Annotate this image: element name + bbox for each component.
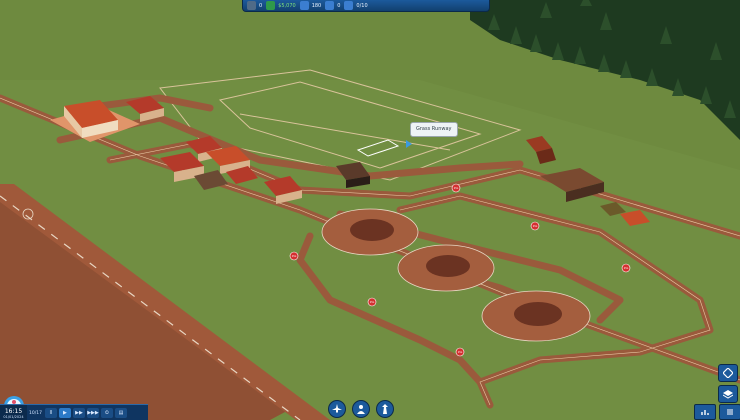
tower-icon [382,404,388,414]
alerts-value: 0 [337,2,341,9]
level-icon [247,1,256,10]
overlay-button[interactable] [718,364,738,382]
money-icon [266,1,276,10]
flights-icon [344,1,354,10]
reputation-value: 180 [311,2,322,9]
aircraft-stand-2[interactable] [397,244,495,292]
speed-fast-button[interactable]: ▶▶ [72,408,85,418]
pause-button[interactable]: II [44,408,57,418]
airport-world-view[interactable]: 15L 15L 15L 15L 15L 15L [0,0,740,420]
reputation-stat[interactable]: 180 [299,0,322,12]
finance-button[interactable] [694,404,716,420]
terminal-tool-button[interactable] [376,400,394,418]
level-value: 0 [259,2,263,9]
stand-label: 15L [458,350,463,354]
reputation-icon [299,1,309,10]
speed-fastest-button[interactable]: ▶▶▶ [86,408,99,418]
schedule-button[interactable]: ⏲ [100,408,113,418]
alerts-icon [325,1,335,10]
alerts-stat[interactable]: 0 [325,0,340,12]
airplane-icon [332,404,342,413]
speed-normal-button[interactable]: ▶ [58,408,71,418]
stand-label: 15L [370,300,375,304]
build-tools [328,400,394,418]
chart-icon [701,410,709,415]
staff-tool-button[interactable] [352,400,370,418]
right-toolbar [718,364,738,403]
flights-stat[interactable]: 0/10 [344,0,368,12]
time-control-bar: 16:15 01/01/2024 10/17 II ▶ ▶▶ ▶▶▶ ⏲ ▤ [0,404,148,420]
clock-time: 16:15 [4,407,23,415]
stand-label: 15L [292,254,297,258]
stand-label: 15L [624,266,629,270]
game-clock: 16:15 01/01/2024 [0,405,27,420]
diamond-icon [723,368,733,378]
log-button[interactable]: ▤ [114,408,127,418]
list-button[interactable] [719,404,740,420]
day-label: 10/17 [29,410,42,416]
aircraft-stand-3[interactable] [481,290,591,342]
list-icon [727,409,733,415]
layers-button[interactable] [718,385,738,403]
stand-label: 15L [533,224,538,228]
flights-value: 0/10 [356,2,368,9]
build-tool-button[interactable] [328,400,346,418]
aircraft-stand-1[interactable] [321,208,419,256]
corner-toolbar [694,404,740,420]
game-viewport[interactable]: 15L 15L 15L 15L 15L 15L Grass Runway 0 $… [0,0,740,420]
money-value: $5,070 [278,2,296,9]
top-status-bar: 0 $5,070 180 0 0/10 [242,0,490,12]
grass-runway-tooltip: Grass Runway [410,122,458,137]
level-stat[interactable]: 0 [247,0,262,12]
clock-date: 01/01/2024 [3,414,24,419]
layers-icon [723,390,733,399]
money-stat[interactable]: $5,070 [266,0,296,12]
stand-label: 15L [454,186,459,190]
person-icon [357,405,365,414]
